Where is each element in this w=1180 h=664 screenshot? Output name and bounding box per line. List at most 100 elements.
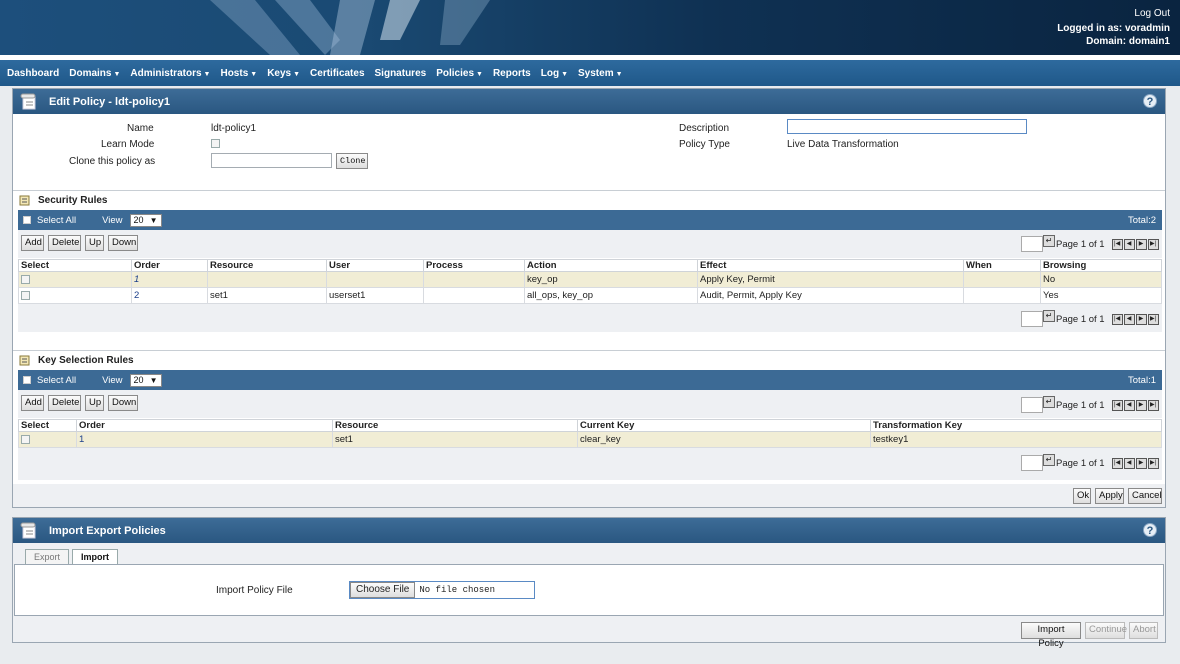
up-button[interactable]: Up bbox=[85, 235, 104, 251]
page-number-input[interactable] bbox=[1021, 455, 1043, 471]
table-row[interactable]: 1 key_op Apply Key, Permit No bbox=[18, 271, 1162, 288]
next-page-icon[interactable]: ▶ bbox=[1135, 399, 1147, 411]
add-button[interactable]: Add bbox=[21, 395, 44, 411]
nav-dashboard[interactable]: Dashboard bbox=[7, 68, 59, 79]
nav-system[interactable]: System ▼ bbox=[578, 68, 623, 79]
table-row[interactable]: 1 set1 clear_key testkey1 bbox=[18, 431, 1162, 448]
import-tab-content bbox=[14, 564, 1164, 616]
import-policy-button[interactable]: Import Policy bbox=[1021, 622, 1081, 649]
prev-page-icon[interactable]: ◀ bbox=[1123, 457, 1135, 469]
nav-administrators[interactable]: Administrators ▼ bbox=[130, 68, 210, 79]
column-header: Select bbox=[18, 419, 77, 432]
go-icon[interactable]: ↵ bbox=[1043, 310, 1055, 322]
security-rules-bar: Select All View 20 ▼ Total:2 bbox=[18, 210, 1162, 230]
last-page-icon[interactable]: ▶| bbox=[1147, 313, 1159, 325]
description-input[interactable] bbox=[787, 119, 1027, 134]
nav-keys[interactable]: Keys ▼ bbox=[267, 68, 300, 79]
table-header-row: Select Order Resource User Process Actio… bbox=[18, 259, 1162, 272]
go-icon[interactable]: ↵ bbox=[1043, 396, 1055, 408]
column-header: Action bbox=[524, 259, 698, 272]
row-select-cell bbox=[18, 431, 77, 448]
row-checkbox[interactable] bbox=[21, 434, 30, 444]
learn-mode-checkbox[interactable] bbox=[211, 139, 220, 148]
nav-hosts[interactable]: Hosts ▼ bbox=[220, 68, 257, 79]
nav-certificates[interactable]: Certificates bbox=[310, 68, 364, 79]
choose-file-button[interactable]: Choose File bbox=[350, 582, 416, 598]
page-number-input[interactable] bbox=[1021, 311, 1043, 327]
add-button[interactable]: Add bbox=[21, 235, 44, 251]
clone-button[interactable]: Clone bbox=[336, 153, 368, 169]
ok-button[interactable]: Ok bbox=[1073, 488, 1091, 504]
nav-domains[interactable]: Domains ▼ bbox=[69, 68, 120, 79]
effect-cell: Audit, Permit, Apply Key bbox=[697, 287, 964, 304]
view-select[interactable]: 20 ▼ bbox=[129, 373, 162, 387]
order-cell[interactable]: 1 bbox=[76, 431, 333, 448]
help-icon[interactable]: ? bbox=[1143, 94, 1157, 108]
next-page-icon[interactable]: ▶ bbox=[1135, 457, 1147, 469]
go-icon[interactable]: ↵ bbox=[1043, 454, 1055, 466]
caret-down-icon: ▼ bbox=[113, 70, 121, 78]
first-page-icon[interactable]: |◀ bbox=[1111, 238, 1123, 250]
order-cell[interactable]: 2 bbox=[131, 287, 208, 304]
nav-policies[interactable]: Policies ▼ bbox=[436, 68, 483, 79]
prev-page-icon[interactable]: ◀ bbox=[1123, 238, 1135, 250]
name-value: ldt-policy1 bbox=[211, 123, 257, 134]
column-header: Current Key bbox=[577, 419, 871, 432]
table-row[interactable]: 2 set1 userset1 all_ops, key_op Audit, P… bbox=[18, 287, 1162, 304]
row-checkbox[interactable] bbox=[21, 290, 30, 300]
next-page-icon[interactable]: ▶ bbox=[1135, 313, 1147, 325]
next-page-icon[interactable]: ▶ bbox=[1135, 238, 1147, 250]
nav-signatures[interactable]: Signatures bbox=[375, 68, 427, 79]
help-icon[interactable]: ? bbox=[1143, 523, 1157, 537]
first-page-icon[interactable]: |◀ bbox=[1111, 457, 1123, 469]
nav-reports[interactable]: Reports bbox=[493, 68, 531, 79]
process-cell bbox=[423, 287, 525, 304]
column-header: Effect bbox=[697, 259, 964, 272]
action-cell: key_op bbox=[524, 271, 698, 288]
column-header: Select bbox=[18, 259, 132, 272]
table-header-row: Select Order Resource Current Key Transf… bbox=[18, 419, 1162, 432]
last-page-icon[interactable]: ▶| bbox=[1147, 457, 1159, 469]
select-all-checkbox[interactable] bbox=[23, 216, 31, 224]
prev-page-icon[interactable]: ◀ bbox=[1123, 399, 1135, 411]
prev-page-icon[interactable]: ◀ bbox=[1123, 313, 1135, 325]
page-number-input[interactable] bbox=[1021, 397, 1043, 413]
clone-name-input[interactable] bbox=[211, 153, 332, 168]
order-cell[interactable]: 1 bbox=[131, 271, 208, 288]
caret-down-icon: ▼ bbox=[476, 70, 483, 78]
view-label: View bbox=[102, 214, 123, 226]
go-icon[interactable]: ↵ bbox=[1043, 235, 1055, 247]
down-button[interactable]: Down bbox=[108, 395, 138, 411]
apply-button[interactable]: Apply bbox=[1095, 488, 1124, 504]
page-number-input[interactable] bbox=[1021, 236, 1043, 252]
continue-button[interactable]: Continue bbox=[1085, 622, 1127, 639]
top-banner: Log Out Logged in as: voradmin Domain: d… bbox=[0, 0, 1180, 55]
browsing-cell: No bbox=[1040, 271, 1162, 288]
tab-export[interactable]: Export bbox=[25, 549, 70, 564]
file-input[interactable]: Choose File No file chosen bbox=[349, 581, 535, 599]
column-header: Resource bbox=[207, 259, 327, 272]
view-select[interactable]: 20 ▼ bbox=[129, 213, 162, 227]
tab-import[interactable]: Import bbox=[72, 549, 119, 564]
first-page-icon[interactable]: |◀ bbox=[1111, 313, 1123, 325]
first-page-icon[interactable]: |◀ bbox=[1111, 399, 1123, 411]
delete-button[interactable]: Delete bbox=[48, 395, 81, 411]
nav-log[interactable]: Log ▼ bbox=[541, 68, 568, 79]
security-rules-table: Select Order Resource User Process Actio… bbox=[18, 259, 1162, 304]
nav-label: Domains bbox=[69, 67, 112, 79]
name-label: Name bbox=[127, 123, 154, 134]
select-all-checkbox[interactable] bbox=[23, 376, 31, 384]
caret-down-icon: ▼ bbox=[293, 70, 301, 78]
last-page-icon[interactable]: ▶| bbox=[1147, 399, 1159, 411]
down-button[interactable]: Down bbox=[108, 235, 138, 251]
abort-button[interactable]: Abort bbox=[1129, 622, 1158, 639]
row-checkbox[interactable] bbox=[21, 274, 30, 284]
cancel-button[interactable]: Cancel bbox=[1128, 488, 1162, 504]
logout-link[interactable]: Log Out bbox=[1134, 8, 1170, 19]
last-page-icon[interactable]: ▶| bbox=[1147, 238, 1159, 250]
import-policy-file-label: Import Policy File bbox=[216, 585, 293, 596]
delete-button[interactable]: Delete bbox=[48, 235, 81, 251]
rules-icon bbox=[19, 355, 30, 366]
key-selection-rules-bar: Select All View 20 ▼ Total:1 bbox=[18, 370, 1162, 390]
up-button[interactable]: Up bbox=[85, 395, 104, 411]
